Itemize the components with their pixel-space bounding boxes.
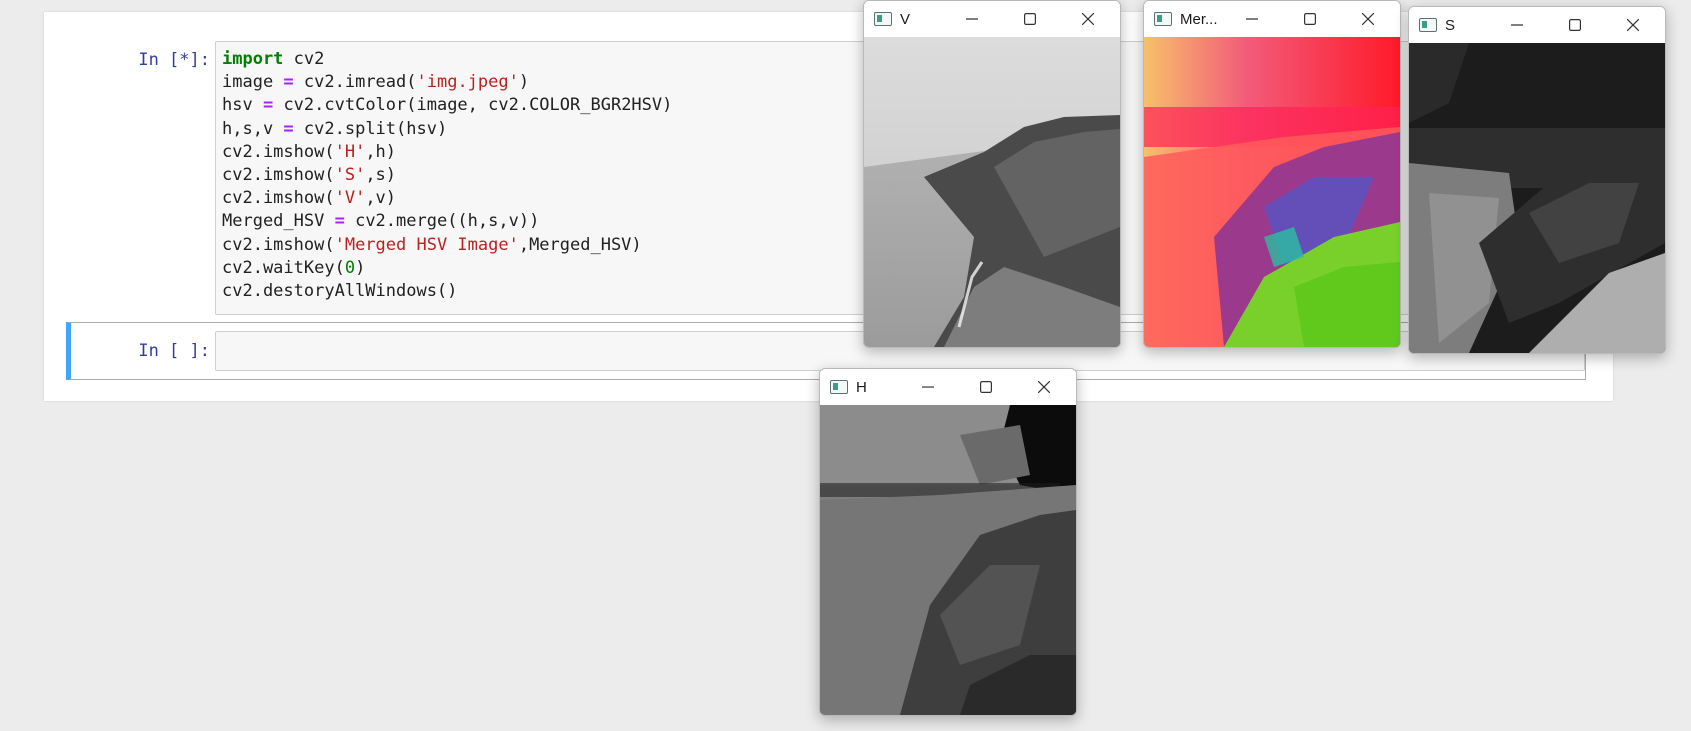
close-icon: [1627, 19, 1639, 31]
maximize-button[interactable]: [1547, 7, 1603, 43]
code-token: cv2.split(hsv): [293, 118, 448, 139]
code-token: =: [283, 72, 294, 93]
code-token: ,s): [365, 164, 397, 185]
opencv-window-icon: [1154, 12, 1172, 26]
code-token: import: [222, 49, 284, 69]
code-token: cv2: [283, 49, 325, 69]
close-icon: [1362, 13, 1374, 25]
minimize-icon: [1246, 18, 1258, 20]
window-titlebar[interactable]: Mer...: [1144, 1, 1400, 37]
code-token: cv2.imshow(: [222, 141, 335, 162]
s-channel-image: [1409, 43, 1665, 353]
code-token: =: [334, 211, 345, 232]
window-v[interactable]: V: [863, 0, 1121, 348]
window-s[interactable]: S: [1408, 6, 1666, 354]
code-token: Merged_HSV: [222, 211, 335, 232]
minimize-button[interactable]: [1224, 1, 1280, 37]
minimize-button[interactable]: [944, 1, 1000, 37]
code-token: 'img.jpeg': [416, 72, 519, 93]
code-token: cv2.destoryAllWindows(): [222, 280, 458, 301]
window-titlebar[interactable]: H: [820, 369, 1076, 405]
cell-prompt: In [*]:: [138, 50, 210, 70]
code-token: cv2.cvtColor(image, cv2.COLOR_BGR2HSV): [273, 95, 673, 116]
window-title: H: [856, 378, 867, 396]
minimize-button[interactable]: [900, 369, 956, 405]
close-button[interactable]: [1016, 369, 1072, 405]
maximize-icon: [1304, 13, 1316, 25]
opencv-window-icon: [874, 12, 892, 26]
close-icon: [1038, 381, 1050, 393]
code-token: ,Merged_HSV): [518, 234, 642, 255]
window-titlebar[interactable]: V: [864, 1, 1120, 37]
code-token: image: [222, 72, 284, 93]
minimize-button[interactable]: [1489, 7, 1545, 43]
code-token: ,v): [365, 188, 397, 209]
code-token: cv2.imshow(: [222, 234, 335, 255]
code-token: 'Merged HSV Image': [334, 234, 519, 255]
close-icon: [1082, 13, 1094, 25]
code-token: cv2.waitKey(: [222, 257, 345, 278]
maximize-button[interactable]: [1282, 1, 1338, 37]
minimize-icon: [966, 18, 978, 20]
window-merged[interactable]: Mer...: [1143, 0, 1401, 348]
h-channel-image: [820, 405, 1076, 715]
code-token: 'H': [334, 141, 366, 162]
window-title: V: [900, 10, 911, 28]
window-titlebar[interactable]: S: [1409, 7, 1665, 43]
close-button[interactable]: [1340, 1, 1396, 37]
code-token: cv2.imshow(: [222, 188, 335, 209]
code-token: =: [283, 118, 294, 139]
close-button[interactable]: [1060, 1, 1116, 37]
window-title: Mer...: [1180, 10, 1218, 28]
minimize-icon: [922, 386, 934, 388]
cell-prompt-empty: In [ ]:: [138, 341, 210, 361]
code-token: hsv: [222, 95, 263, 116]
merged-hsv-image: [1144, 37, 1400, 347]
opencv-window-icon: [1419, 18, 1437, 32]
window-h[interactable]: H: [819, 368, 1077, 716]
maximize-button[interactable]: [958, 369, 1014, 405]
maximize-icon: [980, 381, 992, 393]
code-token: 'S': [334, 164, 366, 185]
minimize-icon: [1511, 24, 1523, 26]
code-token: =: [262, 95, 274, 116]
code-token: ,h): [365, 141, 397, 162]
code-token: h,s,v: [222, 118, 284, 139]
v-channel-image: [864, 37, 1120, 347]
window-title: S: [1445, 16, 1456, 34]
code-token: 0: [344, 257, 356, 278]
code-token: 'V': [334, 188, 366, 209]
maximize-button[interactable]: [1002, 1, 1058, 37]
code-token: cv2.imread(: [293, 72, 417, 93]
opencv-window-icon: [830, 380, 848, 394]
maximize-icon: [1024, 13, 1036, 25]
code-token: ): [355, 257, 366, 278]
close-button[interactable]: [1605, 7, 1661, 43]
code-token: ): [518, 72, 530, 93]
maximize-icon: [1569, 19, 1581, 31]
code-token: cv2.merge((h,s,v)): [344, 211, 540, 232]
code-token: cv2.imshow(: [222, 164, 335, 185]
